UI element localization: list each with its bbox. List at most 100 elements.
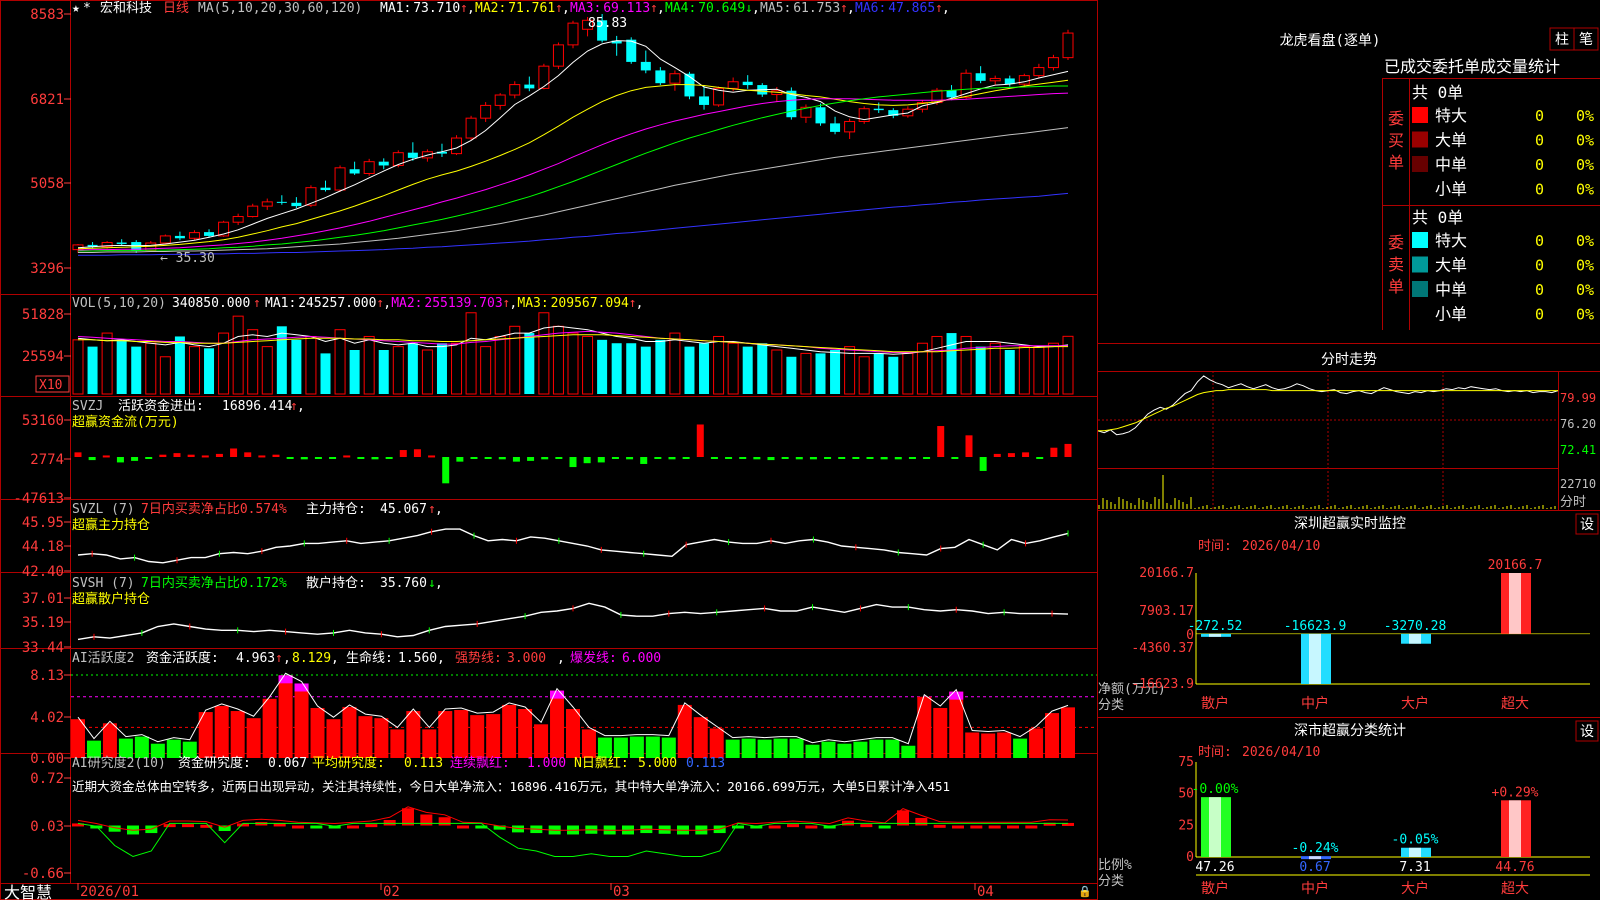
stock-name[interactable]: 宏和科技 [100, 1, 152, 16]
active-bar [917, 696, 932, 758]
stroke-button[interactable]: 笔 [1579, 32, 1593, 48]
legend-value: 61.753 [793, 1, 840, 16]
svsh-y-axis: 37.01 35.19 33.44 [22, 591, 71, 656]
vol-bar [742, 346, 753, 394]
y-tick-label: 35.19 [22, 615, 64, 631]
vol-bar [567, 332, 579, 395]
svzj-bar [230, 448, 238, 457]
star-icon[interactable]: ★ [72, 1, 80, 16]
research-bar [878, 825, 891, 829]
row-label: 特大 [1435, 231, 1467, 250]
classify-bar-shine [1509, 800, 1521, 857]
monitor-bar-shine [1309, 633, 1321, 684]
monitor-y-tick: 7903.17 [1139, 604, 1194, 619]
sz-monitor-time-label: 时间: [1198, 539, 1232, 554]
ma-line [77, 40, 1069, 249]
intraday-time-label: 分时 [1560, 495, 1586, 510]
vol-bar [116, 339, 127, 394]
row-pct: 0% [1576, 306, 1594, 324]
monitor-bar-shine [1509, 573, 1521, 634]
sz-monitor-settings-button[interactable]: 设 [1580, 517, 1594, 533]
candle-body [567, 22, 579, 46]
sz-classify-settings-button[interactable]: 设 [1580, 724, 1594, 740]
svzj-bar [399, 450, 407, 457]
row-count: 0 [1535, 257, 1544, 275]
vol-bar [72, 339, 84, 395]
legend-label: MA1: [265, 296, 296, 311]
vol-bar [494, 335, 506, 395]
vol-bar [538, 312, 550, 395]
candle-body [116, 242, 127, 244]
research-bar [365, 824, 378, 828]
svzj-bar [696, 424, 704, 457]
legend-sep: , [467, 1, 475, 16]
monitor-y-tick: -4360.37 [1131, 641, 1194, 656]
holding-line [77, 528, 1069, 564]
ma-legend: MA1: 73.710 ↑, MA2: 71.761 ↑, MA3: 69.113 ↑, MA4:… [380, 1, 950, 16]
active-bar [1061, 707, 1075, 758]
ai-active-header: AI活跃度2 资金活跃度: 4.963 ↑ , 8.129 , 生命线: 1.5… [72, 650, 661, 666]
svzj-bar [498, 456, 506, 460]
intraday-price-tick: 79.99 [1560, 391, 1596, 405]
vol-value: 340850.000 [172, 296, 250, 311]
brand-label: 大智慧 [4, 883, 52, 900]
candle-body [727, 81, 739, 89]
svzj-bar [951, 456, 959, 459]
active-bar [693, 717, 708, 758]
intraday-panel[interactable]: 分时走势 79.99 76.20 72.41 22710 分时 [1098, 352, 1600, 511]
active-bar [262, 698, 277, 758]
bar-button[interactable]: 柱 [1555, 32, 1569, 48]
row-count: 0 [1535, 107, 1544, 125]
classify-category: 超大 [1501, 881, 1529, 897]
classify-change: -0.24% [1292, 841, 1339, 856]
svzj-bar [527, 456, 535, 461]
active-bar [933, 707, 948, 758]
ai-cont-value: 1.000 [527, 756, 566, 771]
pin-icon: * [83, 1, 91, 16]
svzl-hold-value: 45.067 [380, 502, 427, 517]
research-bar [988, 825, 1001, 829]
svzj-bar [215, 453, 223, 457]
monitor-y-tick: -16623.9 [1131, 677, 1194, 692]
svzj-bar [809, 456, 817, 460]
active-bar [741, 738, 756, 758]
y-tick-label: 6821 [30, 92, 64, 108]
svzj-bar [300, 456, 308, 460]
y-tick-label: 0.72 [30, 771, 64, 787]
research-bar [805, 825, 818, 829]
candle-body [669, 73, 681, 84]
svsh-line [77, 602, 1069, 641]
research-bar [860, 824, 873, 828]
svzj-bar [1050, 447, 1058, 457]
svzj-bar [357, 456, 365, 459]
svzj-bar [258, 455, 266, 458]
ai-active-bars [71, 672, 1097, 758]
ai-research-y-axis: 0.72 0.03 -0.66 [22, 771, 71, 882]
vol-arrow: ↑ [253, 296, 261, 311]
ai-active-label: 资金活跃度: [146, 650, 219, 666]
svzj-bar [470, 456, 478, 459]
active-bar [534, 724, 549, 758]
svzj-bar [753, 456, 761, 460]
lock-icon[interactable]: 🔒 [1078, 885, 1092, 898]
sz-classify-panel: 深市超赢分类统计 设 时间: 2026/04/10 比例% 分类 7550250… [1098, 720, 1599, 897]
main-chart-area[interactable]: ★ * 宏和科技 日线 MA(5,10,20,30,60,120) MA1: 73… [0, 0, 1098, 900]
period-label[interactable]: 日线 [163, 1, 189, 16]
classify-y-tick: 75 [1178, 755, 1194, 770]
legend-value: 71.761 [508, 1, 555, 16]
y-tick-label: -0.66 [22, 866, 64, 882]
active-bar [901, 745, 916, 758]
svzj-bar [1022, 452, 1030, 457]
legend-label: MA5: [760, 1, 791, 16]
svg-text:,: , [435, 502, 443, 517]
sz-monitor-xtitle: 分类 [1098, 698, 1124, 713]
active-bar [422, 729, 437, 758]
active-bar [214, 705, 229, 758]
active-bar [326, 719, 341, 758]
candle-body [261, 201, 273, 207]
vol-bar [524, 333, 535, 394]
monitor-category: 中户 [1301, 695, 1329, 712]
longhu-grid [1098, 78, 1600, 344]
active-bar [997, 732, 1012, 758]
sell-rows: 特大 0 0% 大单 0 0% 中单 0 0% 小单 0 0% [1412, 231, 1594, 324]
